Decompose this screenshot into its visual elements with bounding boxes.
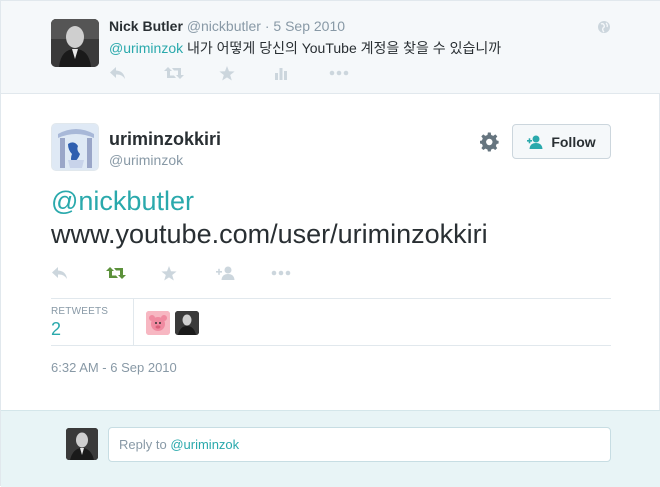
reply-area: Reply to @uriminzok bbox=[1, 410, 660, 487]
retweet-icon[interactable] bbox=[106, 265, 161, 281]
tweet-url[interactable]: www.youtube.com/user/uriminzokkiri bbox=[51, 218, 488, 251]
tweet-date[interactable]: 5 Sep 2010 bbox=[273, 18, 345, 34]
follow-user-icon bbox=[527, 135, 545, 149]
follow-button[interactable]: Follow bbox=[512, 124, 611, 159]
follow-icon[interactable] bbox=[216, 265, 271, 281]
reply-placeholder-prefix: Reply to bbox=[119, 437, 167, 452]
reply-icon[interactable] bbox=[51, 265, 106, 281]
divider bbox=[51, 298, 611, 299]
more-icon[interactable] bbox=[271, 265, 326, 281]
tweet-text: @uriminzok 내가 어떻게 당신의 YouTube 계정을 찾을 수 있… bbox=[109, 38, 501, 58]
tweet-header: Nick Butler @nickbutler · 5 Sep 2010 bbox=[109, 18, 345, 34]
separator: · bbox=[264, 18, 270, 34]
stats-icon[interactable] bbox=[274, 65, 329, 81]
reply-placeholder-mention: @uriminzok bbox=[170, 437, 240, 452]
tweet-timestamp[interactable]: 6:32 AM - 6 Sep 2010 bbox=[51, 360, 177, 375]
divider bbox=[51, 345, 611, 346]
parent-tweet[interactable]: Nick Butler @nickbutler · 5 Sep 2010 @ur… bbox=[1, 1, 660, 94]
gear-icon[interactable] bbox=[480, 132, 500, 152]
author-name[interactable]: Nick Butler bbox=[109, 18, 183, 34]
tweet-text: @nickbutler www.youtube.com/user/uriminz… bbox=[51, 185, 488, 251]
tweet-actions bbox=[109, 65, 384, 81]
retweets-label: RETWEETS bbox=[51, 306, 109, 317]
follow-label: Follow bbox=[551, 133, 596, 150]
author-handle[interactable]: @uriminzok bbox=[109, 152, 183, 168]
avatar[interactable] bbox=[51, 123, 99, 171]
avatar bbox=[66, 428, 98, 460]
tweet-body: 내가 어떻게 당신의 YouTube 계정을 찾을 수 있습니까 bbox=[183, 40, 502, 56]
author-name[interactable]: uriminzokkiri bbox=[109, 129, 221, 150]
tweet-actions bbox=[51, 265, 326, 281]
avatar[interactable] bbox=[146, 311, 170, 335]
avatar[interactable] bbox=[175, 311, 199, 335]
globe-icon bbox=[597, 20, 611, 34]
mention-link[interactable]: @uriminzok bbox=[109, 40, 183, 56]
reply-icon[interactable] bbox=[109, 65, 164, 81]
favorite-icon[interactable] bbox=[161, 265, 216, 281]
author-handle[interactable]: @nickbutler bbox=[187, 18, 261, 34]
more-icon[interactable] bbox=[329, 65, 384, 81]
avatar[interactable] bbox=[51, 19, 99, 67]
divider bbox=[133, 299, 134, 345]
favorite-icon[interactable] bbox=[219, 65, 274, 81]
retweets-count[interactable]: 2 bbox=[51, 319, 61, 340]
tweet-permalink-frame: Nick Butler @nickbutler · 5 Sep 2010 @ur… bbox=[0, 0, 660, 487]
retweet-icon[interactable] bbox=[164, 65, 219, 81]
reply-input[interactable]: Reply to @uriminzok bbox=[108, 427, 611, 462]
mention-link[interactable]: @nickbutler bbox=[51, 185, 488, 218]
